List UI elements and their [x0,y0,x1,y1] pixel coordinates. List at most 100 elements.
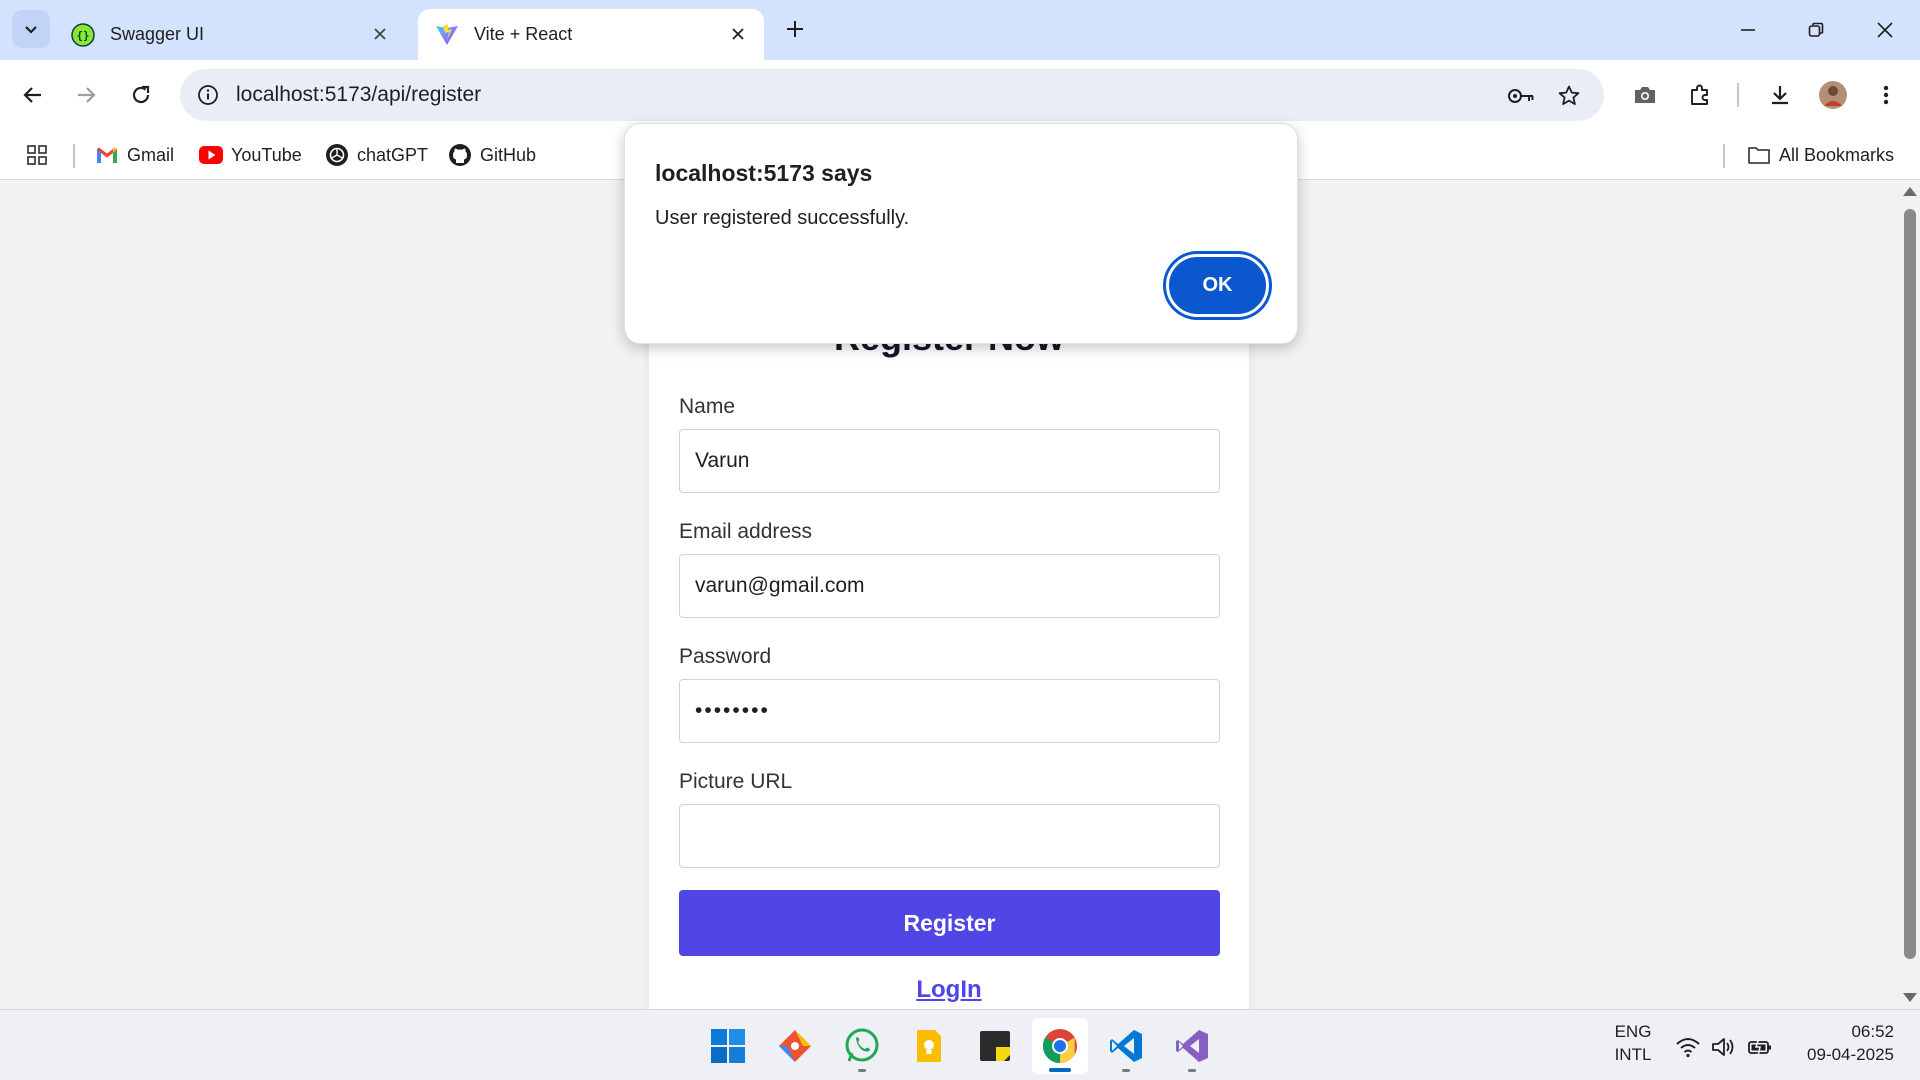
volume-icon[interactable] [1710,1034,1738,1060]
clock-time[interactable]: 06:52 [1786,1022,1906,1042]
login-link[interactable]: LogIn [649,976,1249,1004]
screenshot-button[interactable] [1625,75,1665,115]
download-icon [1772,86,1788,105]
camera-icon [1635,87,1655,103]
taskbar-app-visual-studio[interactable] [1164,1018,1220,1074]
chevron-down-icon [25,26,37,34]
reload-icon [132,85,150,104]
arrow-right-icon [78,87,96,103]
picture-url-input[interactable] [679,804,1220,868]
password-key-icon[interactable] [1506,81,1536,111]
bookmark-star-icon[interactable] [1554,81,1584,111]
bookmark-label: GitHub [480,144,537,165]
register-button[interactable]: Register [679,890,1220,956]
tab-swagger-ui[interactable]: {} Swagger UI [56,9,406,60]
dialog-title: localhost:5173 says [655,160,873,186]
apps-grid-icon [27,145,47,165]
taskbar-app-chrome[interactable] [1032,1018,1088,1074]
extensions-button[interactable] [1680,75,1720,115]
address-bar[interactable]: localhost:5173/api/register [180,69,1604,121]
all-bookmarks-label: All Bookmarks [1779,144,1895,165]
profile-avatar[interactable] [1813,75,1853,115]
minimize-button[interactable] [1723,10,1773,50]
bookmark-label: Gmail [127,144,175,165]
bookmarks-divider [1723,144,1725,168]
sticky-notes-icon [980,1031,1010,1061]
taskbar-app-git[interactable] [767,1018,823,1074]
close-tab-icon[interactable] [368,22,392,46]
scrollbar-thumb[interactable] [1904,209,1916,959]
taskbar-app-vscode[interactable] [1098,1018,1154,1074]
tab-strip: {} Swagger UI Vite + React [0,0,1920,60]
back-button[interactable] [13,75,53,115]
dialog-message: User registered successfully. [655,207,910,229]
swagger-icon: {} [70,22,96,48]
chatgpt-icon [325,143,349,167]
git-icon [779,1030,811,1062]
password-label: Password [679,645,772,668]
tab-search-button[interactable] [12,10,50,48]
all-bookmarks-button[interactable]: All Bookmarks [1747,138,1894,172]
visual-studio-icon [1176,1030,1208,1062]
folder-icon [1747,143,1771,167]
alert-dialog: localhost:5173 says User registered succ… [624,123,1298,344]
taskbar-app-whatsapp[interactable] [834,1018,890,1074]
whatsapp-icon [845,1028,879,1062]
puzzle-icon [1691,84,1708,105]
tab-vite-react[interactable]: Vite + React [418,9,764,60]
github-icon [448,143,472,167]
bookmark-label: YouTube [231,144,302,165]
bookmark-github[interactable]: GitHub [448,138,536,172]
bookmark-chatgpt[interactable]: chatGPT [325,138,428,172]
close-window-button[interactable] [1860,10,1910,50]
bookmarks-divider [73,144,75,168]
scroll-down-icon[interactable] [1903,993,1917,1002]
avatar-icon [1819,81,1847,109]
ok-button[interactable]: OK [1166,254,1269,317]
more-vertical-icon [1883,85,1889,105]
arrow-left-icon [23,87,41,103]
url-text: localhost:5173/api/register [236,83,482,106]
forward-button[interactable] [66,75,106,115]
new-tab-button[interactable] [780,14,810,44]
page-scrollbar[interactable] [1900,181,1920,1009]
site-info-icon[interactable] [194,81,222,109]
close-icon [1877,22,1893,38]
chrome-icon [1043,1029,1077,1063]
keep-notes-icon [917,1030,941,1062]
scroll-up-icon[interactable] [1903,187,1917,196]
battery-icon[interactable] [1746,1034,1774,1060]
running-indicator [858,1069,866,1072]
running-indicator [1122,1069,1130,1072]
password-input[interactable] [679,679,1220,743]
svg-text:{}: {} [76,29,89,42]
picture-url-label: Picture URL [679,770,793,793]
vite-icon [434,22,460,48]
running-indicator [1188,1069,1196,1072]
name-input[interactable] [679,429,1220,493]
taskbar-app-sticky-notes[interactable] [967,1018,1023,1074]
restore-button[interactable] [1791,10,1841,50]
downloads-button[interactable] [1760,75,1800,115]
name-label: Name [679,395,736,418]
reload-button[interactable] [121,75,161,115]
language-indicator[interactable]: ENG [1608,1022,1658,1042]
tab-title: Vite + React [474,24,573,44]
clock-date[interactable]: 09-04-2025 [1786,1045,1906,1065]
email-input[interactable] [679,554,1220,618]
apps-button[interactable] [25,138,49,172]
tab-title: Swagger UI [110,24,205,44]
keyboard-layout-indicator[interactable]: INTL [1608,1045,1658,1065]
bookmark-gmail[interactable]: Gmail [95,138,174,172]
browser-toolbar: localhost:5173/api/register [0,60,1920,130]
bookmark-youtube[interactable]: YouTube [199,138,302,172]
windows-icon [711,1029,745,1063]
close-tab-icon[interactable] [726,22,750,46]
browser-menu-button[interactable] [1866,75,1906,115]
start-button[interactable] [700,1018,756,1074]
taskbar: ENG INTL 06:52 09-04-2025 [0,1009,1920,1080]
email-label: Email address [679,520,813,543]
plus-icon [787,21,803,37]
taskbar-app-keep[interactable] [901,1018,957,1074]
wifi-icon[interactable] [1674,1034,1702,1060]
